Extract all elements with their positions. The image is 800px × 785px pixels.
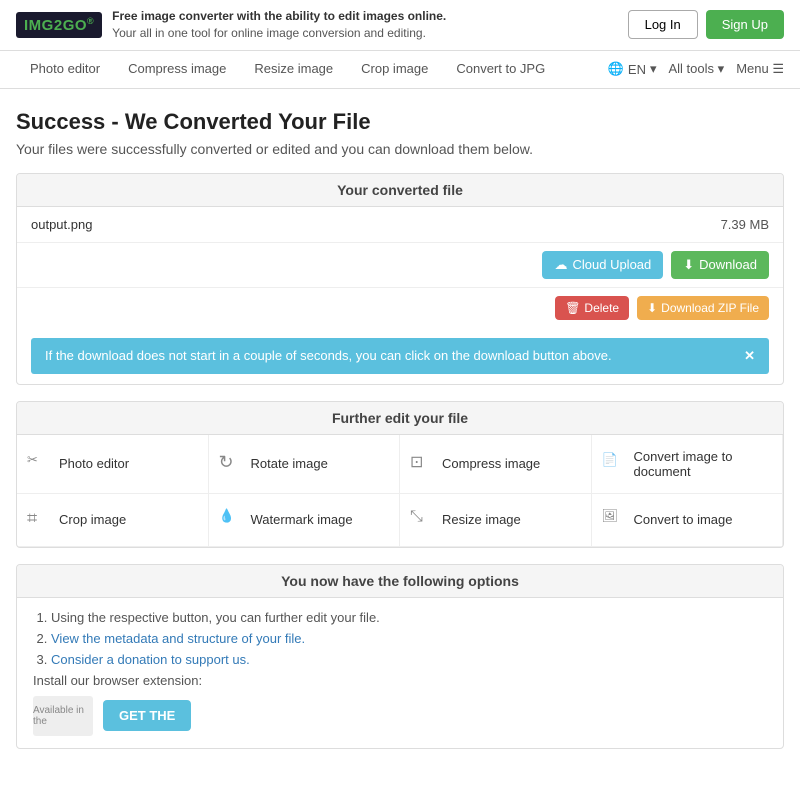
edit-item-photo[interactable]: ✂ Photo editor [17,435,209,494]
main-nav: Photo editor Compress image Resize image… [0,51,800,89]
download-zip-button[interactable]: ⬇ Download ZIP File [637,296,769,320]
edit-section-header: Further edit your file [17,402,783,435]
nav-photo-editor[interactable]: Photo editor [16,51,114,88]
options-section: You now have the following options Using… [16,564,784,749]
options-header: You now have the following options [17,565,783,598]
cloud-upload-label: Cloud Upload [572,257,651,272]
edit-label-convert-doc: Convert image to document [634,449,773,479]
page-subtitle: Your files were successfully converted o… [16,141,784,157]
donation-link[interactable]: Consider a donation to support us. [51,652,250,667]
logo-area: IMG2GO® Free image converter with the ab… [16,8,446,42]
edit-item-resize[interactable]: ⤡ Resize image [400,494,592,547]
options-list: Using the respective button, you can fur… [33,610,767,667]
compress-icon: ⊡ [410,452,434,476]
download-button[interactable]: ⬇ Download [671,251,769,279]
option-item-3: Consider a donation to support us. [51,652,767,667]
converted-file-header: Your converted file [17,174,783,207]
photo-editor-icon: ✂ [27,452,51,476]
file-name: output.png [31,217,92,232]
edit-grid: ✂ Photo editor ↻ Rotate image ⊡ Compress… [17,435,783,547]
edit-label-watermark: Watermark image [251,512,353,527]
zip-icon: ⬇ [647,301,657,315]
cloud-icon: ☁ [554,257,567,273]
resize-icon: ⤡ [410,508,434,532]
action-row: ☁ Cloud Upload ⬇ Download [17,243,783,288]
tagline-sub: Your all in one tool for online image co… [112,25,446,42]
page-header: IMG2GO® Free image converter with the ab… [0,0,800,51]
rotate-icon: ↻ [219,452,243,476]
zip-label: Download ZIP File [661,301,759,315]
edit-label-resize: Resize image [442,512,521,527]
edit-item-convert-doc[interactable]: 📄 Convert image to document [592,435,784,494]
edit-section: Further edit your file ✂ Photo editor ↻ … [16,401,784,548]
nav-right: 🌐 EN All tools Menu ☰ [608,61,784,77]
download-icon: ⬇ [683,257,694,273]
metadata-link[interactable]: View the metadata and structure of your … [51,631,305,646]
signup-button[interactable]: Sign Up [706,10,784,39]
logo-badge: ® [87,16,94,26]
trash-icon: 🗑 [565,301,580,315]
menu-label: Menu [736,61,769,76]
delete-button[interactable]: 🗑 Delete [555,296,629,320]
edit-label-compress: Compress image [442,456,540,471]
tagline: Free image converter with the ability to… [112,8,446,42]
logo-suffix: GO [63,17,87,34]
nav-convert-jpg[interactable]: Convert to JPG [442,51,559,88]
edit-label-photo: Photo editor [59,456,129,471]
delete-label: Delete [584,301,619,315]
edit-item-watermark[interactable]: 💧 Watermark image [209,494,401,547]
nav-resize-image[interactable]: Resize image [240,51,347,88]
option-item-1: Using the respective button, you can fur… [51,610,767,625]
edit-item-convert-img[interactable]: 🖼 Convert to image [592,494,784,547]
alltools-label: All tools [669,61,715,76]
logo-accent: 2 [54,17,63,34]
options-body: Using the respective button, you can fur… [17,598,783,748]
get-extension-button[interactable]: GET THE [103,700,191,731]
watermark-icon: 💧 [219,508,243,532]
option-item-2: View the metadata and structure of your … [51,631,767,646]
nav-links: Photo editor Compress image Resize image… [16,51,608,88]
file-row: output.png 7.39 MB [17,207,783,243]
info-banner-close[interactable]: ✕ [744,348,755,364]
info-banner-text: If the download does not start in a coup… [45,348,612,363]
info-banner: If the download does not start in a coup… [31,338,769,374]
tagline-title: Free image converter with the ability to… [112,8,446,25]
convert-img-icon: 🖼 [602,508,626,532]
option-text-1: Using the respective button, you can fur… [51,610,380,625]
page-title: Success - We Converted Your File [16,109,784,135]
nav-crop-image[interactable]: Crop image [347,51,442,88]
install-text: Install our browser extension: [33,673,767,688]
download-label: Download [699,257,757,272]
nav-compress-image[interactable]: Compress image [114,51,240,88]
edit-label-convert-img: Convert to image [634,512,733,527]
extension-row: Available in the GET THE [33,696,767,736]
logo: IMG2GO® [16,12,102,38]
edit-label-crop: Crop image [59,512,126,527]
main-content: Success - We Converted Your File Your fi… [0,89,800,785]
alltools-menu[interactable]: All tools [669,61,725,77]
header-buttons: Log In Sign Up [628,10,784,39]
edit-item-crop[interactable]: ⌗ Crop image [17,494,209,547]
hamburger-menu[interactable]: Menu ☰ [736,61,784,77]
edit-label-rotate: Rotate image [251,456,328,471]
edit-item-compress[interactable]: ⊡ Compress image [400,435,592,494]
edit-item-rotate[interactable]: ↻ Rotate image [209,435,401,494]
crop-icon: ⌗ [27,508,51,532]
cloud-upload-button[interactable]: ☁ Cloud Upload [542,251,663,279]
doc-icon: 📄 [602,452,626,476]
action-row2: 🗑 Delete ⬇ Download ZIP File [17,288,783,328]
file-size: 7.39 MB [721,217,769,232]
converted-file-section: Your converted file output.png 7.39 MB ☁… [16,173,784,385]
logo-text: IMG [24,17,54,34]
login-button[interactable]: Log In [628,10,698,39]
extension-thumbnail: Available in the [33,696,93,736]
globe-icon: 🌐 [608,61,624,77]
lang-label: EN [628,62,646,77]
language-selector[interactable]: 🌐 EN [608,61,657,77]
available-text: Available in the [33,705,93,727]
